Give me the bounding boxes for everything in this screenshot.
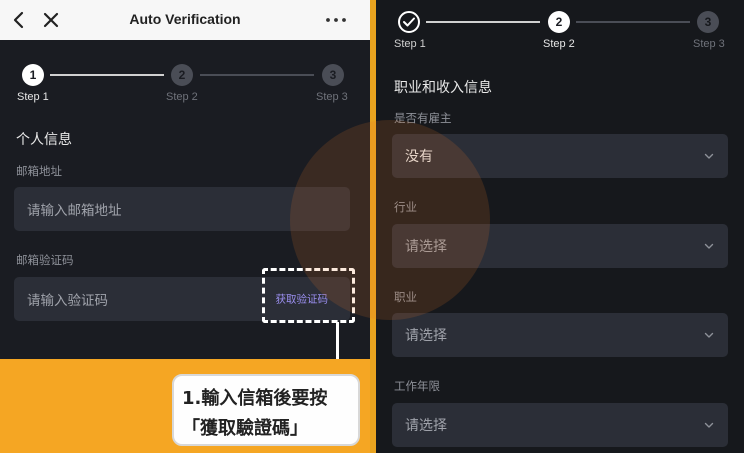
work-years-select[interactable]: 请选择 <box>392 403 728 447</box>
chevron-down-icon <box>704 153 714 159</box>
chevron-down-icon <box>704 243 714 249</box>
code-label: 邮箱验证码 <box>16 253 74 267</box>
step-3-circle: 3 <box>697 11 719 33</box>
step-2-label: Step 2 <box>166 91 198 103</box>
step-1-label: Step 1 <box>394 38 426 50</box>
section-title: 职业和收入信息 <box>394 80 492 96</box>
check-icon <box>398 11 420 33</box>
step-connector <box>426 21 540 23</box>
chevron-down-icon <box>704 332 714 338</box>
step-1-label: Step 1 <box>17 91 49 103</box>
callout-line-1: 1.輸入信箱後要按 <box>182 388 328 409</box>
code-placeholder: 请输入验证码 <box>27 293 108 309</box>
chevron-down-icon <box>704 422 714 428</box>
step-connector <box>50 74 164 76</box>
step-2-circle: 2 <box>548 11 570 33</box>
page-title: Auto Verification <box>129 11 241 27</box>
step-3-label: Step 3 <box>693 38 725 50</box>
watermark-logo <box>290 120 490 320</box>
step-2-label: Step 2 <box>543 38 575 50</box>
work-years-value: 请选择 <box>405 418 447 434</box>
work-years-label: 工作年限 <box>394 379 440 393</box>
header-bar: Auto Verification <box>0 0 370 40</box>
step-2-circle: 2 <box>171 64 193 86</box>
step-connector <box>200 74 314 76</box>
email-placeholder: 请输入邮箱地址 <box>27 203 122 219</box>
annotation-callout: 1.輸入信箱後要按 「獲取驗證碼」 <box>172 374 360 446</box>
occupation-value: 请选择 <box>405 328 447 344</box>
section-title: 个人信息 <box>16 132 72 148</box>
step-1-circle: 1 <box>22 64 44 86</box>
callout-line-2: 「獲取驗證碼」 <box>182 418 308 439</box>
step-3-circle: 3 <box>322 64 344 86</box>
occupation-select[interactable]: 请选择 <box>392 313 728 357</box>
step-3-label: Step 3 <box>316 91 348 103</box>
more-horizontal-icon[interactable] <box>322 9 350 31</box>
email-label: 邮箱地址 <box>16 164 62 178</box>
step-connector <box>576 21 690 23</box>
